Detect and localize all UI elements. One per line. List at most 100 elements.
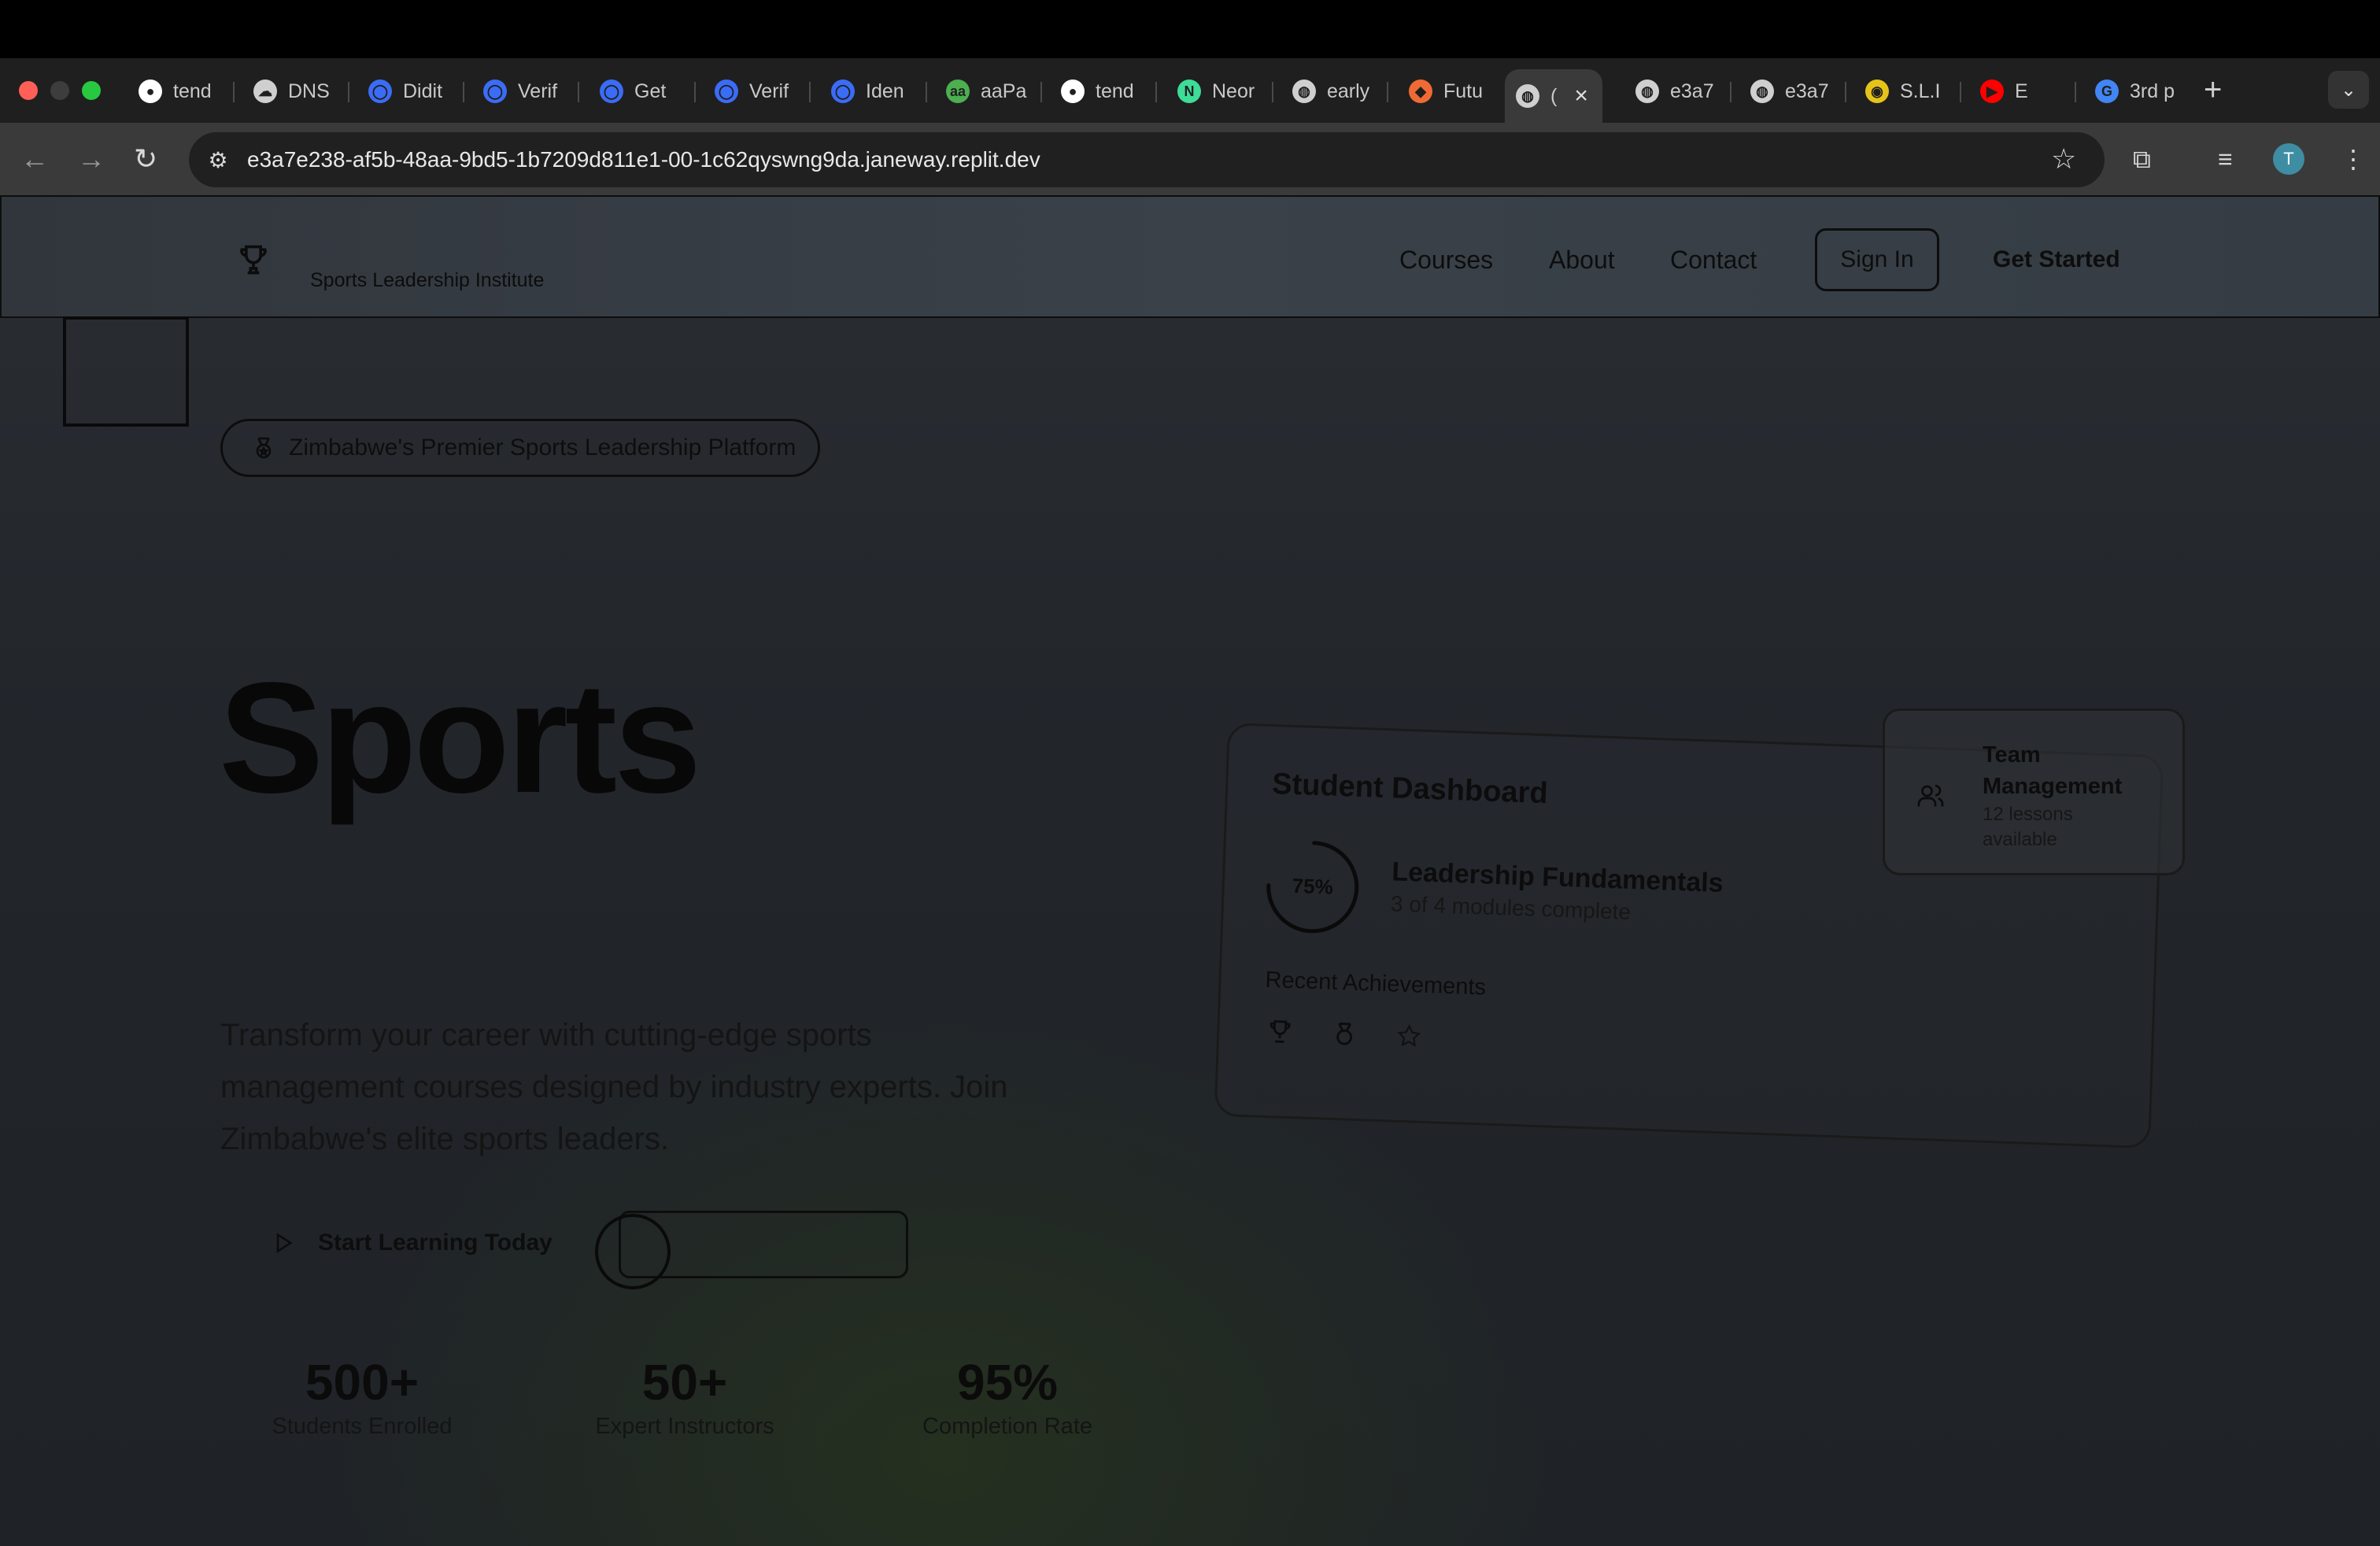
browser-tab[interactable]: ◆ Futu: [1398, 69, 1500, 113]
ring-icon: ◯: [831, 80, 855, 103]
github-icon: ●: [139, 80, 162, 103]
browser-tab[interactable]: ◯ Verif: [704, 69, 806, 113]
bookmark-star-icon[interactable]: ☆: [2051, 142, 2076, 176]
progress-percent: 75%: [1292, 873, 1334, 899]
stat-value: 50+: [641, 1354, 728, 1411]
tab-title: Verif: [749, 80, 789, 102]
browser-tab[interactable]: N Neor: [1166, 69, 1269, 113]
browser-tab[interactable]: G 3rd p: [2084, 69, 2186, 113]
nav-about[interactable]: About: [1549, 244, 1615, 276]
globe-icon: ◍: [1292, 80, 1316, 103]
url-text[interactable]: e3a7e238-af5b-48aa-9bd5-1b7209d811e1-00-…: [247, 146, 1040, 173]
tab-separator: [1040, 82, 1042, 102]
hero-title: Sports: [219, 650, 701, 826]
close-window-button[interactable]: [19, 81, 38, 100]
trophy-logo-icon[interactable]: [236, 242, 271, 277]
browser-tab[interactable]: ● tend: [128, 69, 230, 113]
browser-tab[interactable]: ● tend: [1050, 69, 1152, 113]
badge-text: Zimbabwe's Premier Sports Leadership Pla…: [289, 435, 796, 460]
globe-icon: ◍: [1516, 84, 1539, 108]
browser-tab[interactable]: ◯ Iden: [820, 69, 922, 113]
tab-search-button[interactable]: ⌄: [2328, 71, 2369, 109]
forward-icon[interactable]: →: [77, 142, 105, 176]
google-icon: G: [2095, 80, 2119, 103]
start-learning-button[interactable]: Start Learning Today: [272, 1230, 552, 1256]
neon-icon: N: [1177, 80, 1201, 103]
cloud-icon: ☁: [253, 80, 277, 103]
dashboard-title: Student Dashboard: [1271, 767, 1549, 811]
site-header: Sports Leadership Institute Courses Abou…: [0, 195, 2380, 318]
browser-tab[interactable]: ◯ Get: [589, 69, 691, 113]
minimize-window-button[interactable]: [50, 81, 69, 100]
back-icon[interactable]: ←: [20, 142, 49, 176]
github-icon: ●: [1061, 80, 1085, 103]
browser-tab[interactable]: ◍ (×: [1505, 69, 1602, 123]
decorative-circle: [595, 1214, 671, 1289]
stat-label: Completion Rate: [922, 1414, 1092, 1439]
media-controls-icon[interactable]: ≡: [2218, 142, 2233, 176]
tab-title: S.L.I: [1900, 80, 1941, 102]
stat-label: Students Enrolled: [272, 1414, 453, 1439]
site-info-icon[interactable]: ⚙: [203, 145, 233, 175]
didit-icon: ◯: [715, 80, 738, 103]
close-tab-icon[interactable]: ×: [1574, 83, 1588, 109]
figma-icon: ◆: [1409, 80, 1432, 103]
browser-tab[interactable]: ◯ Verif: [472, 69, 575, 113]
profile-avatar[interactable]: T: [2273, 143, 2304, 175]
decorative-square: [63, 316, 189, 427]
stat-completion: 95% Completion Rate: [913, 1352, 1102, 1440]
globe-icon: ◍: [1750, 80, 1774, 103]
didit-icon: ◯: [368, 80, 392, 103]
achievements-title: Recent Achievements: [1265, 967, 1487, 1000]
tab-separator: [348, 82, 349, 102]
tab-separator: [926, 82, 927, 102]
browser-tab[interactable]: ◍ early: [1281, 69, 1384, 113]
tab-title: DNS: [288, 80, 330, 102]
browser-tab[interactable]: ◯ Didit: [357, 69, 460, 113]
achievement-icons: [1266, 1018, 1423, 1050]
extensions-icon[interactable]: ⧉: [2133, 142, 2151, 176]
browser-tab[interactable]: ◍ e3a7: [1624, 69, 1727, 113]
tab-title: tend: [173, 80, 212, 102]
tab-separator: [694, 82, 696, 102]
tab-separator: [578, 82, 579, 102]
web-page: Sports Leadership Institute Courses Abou…: [0, 195, 2380, 1546]
tab-title: Get: [634, 80, 667, 102]
tab-title: tend: [1096, 80, 1134, 102]
brand-name[interactable]: Sports Leadership Institute: [310, 269, 544, 292]
team-card-title: Team Management: [1983, 742, 2123, 799]
start-learning-label: Start Learning Today: [318, 1230, 552, 1256]
tab-separator: [1387, 82, 1388, 102]
browser-tab[interactable]: ◉ S.L.I: [1854, 69, 1957, 113]
play-icon: [276, 1233, 293, 1253]
stat-value: 95%: [956, 1354, 1059, 1411]
reload-icon[interactable]: ↻: [134, 142, 157, 176]
browser-menu-icon[interactable]: ⋮: [2341, 142, 2366, 176]
tab-separator: [1960, 82, 1961, 102]
nav-contact[interactable]: Contact: [1670, 244, 1757, 276]
browser-tab[interactable]: ◍ e3a7: [1739, 69, 1842, 113]
stat-value: 500+: [305, 1354, 419, 1411]
tab-separator: [1272, 82, 1273, 102]
stat-students: 500+ Students Enrolled: [268, 1352, 456, 1440]
tab-title: Iden: [866, 80, 904, 102]
tab-title: E: [2015, 80, 2028, 102]
browser-tab[interactable]: aa aaPa: [935, 69, 1037, 113]
hero-subtitle: Transform your career with cutting-edge …: [220, 1018, 1008, 1156]
team-management-card: Team Management 12 lessons available: [1883, 708, 2185, 875]
tab-title: Neor: [1212, 80, 1255, 102]
new-tab-button[interactable]: +: [2204, 74, 2222, 105]
tab-separator: [1155, 82, 1157, 102]
sign-in-button[interactable]: Sign In: [1815, 228, 1939, 291]
browser-tab[interactable]: ☁ DNS: [242, 69, 345, 113]
nav-courses[interactable]: Courses: [1399, 244, 1493, 276]
get-started-button[interactable]: Get Started: [1993, 244, 2120, 276]
didit-icon: ◯: [483, 80, 507, 103]
browser-tab[interactable]: ▶ E: [1969, 69, 2071, 113]
trophy-icon: [1269, 1020, 1291, 1043]
tab-separator: [2075, 82, 2076, 102]
tab-title: Didit: [403, 80, 443, 102]
maximize-window-button[interactable]: [82, 81, 101, 100]
tab-separator: [1730, 82, 1731, 102]
tab-title: aaPa: [981, 80, 1027, 102]
